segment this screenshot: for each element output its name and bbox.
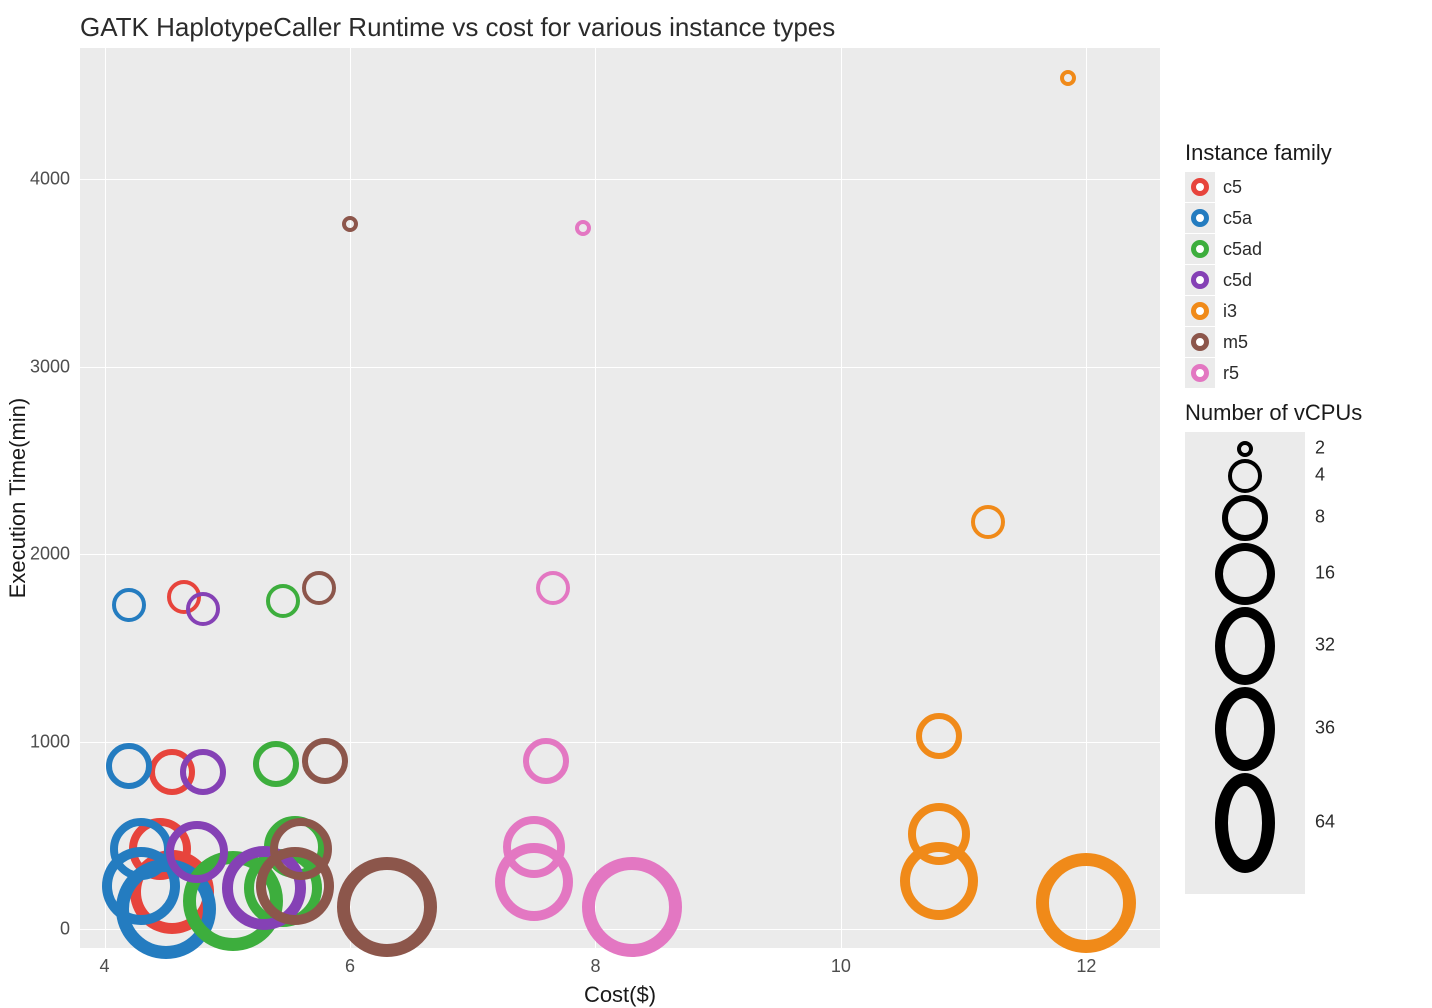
legend-size-label: 8 <box>1315 507 1325 528</box>
legend-size-label: 64 <box>1315 812 1335 833</box>
data-point-r5-64 <box>582 857 682 957</box>
x-axis-label: Cost($) <box>584 982 656 1008</box>
legend-size-label: 4 <box>1315 465 1325 486</box>
legend-vcpus: Number of vCPUs 2 4 8 16 32 36 64 <box>1185 400 1415 894</box>
legend-size-title: Number of vCPUs <box>1185 400 1415 426</box>
legend-swatch-icon <box>1191 302 1209 320</box>
legend-size-circle-icon <box>1215 773 1275 873</box>
legend-instance-family: Instance family c5 c5a c5ad c5d i3 m5 r5 <box>1185 140 1415 389</box>
gridline-v <box>841 48 842 948</box>
data-point-m5-8 <box>302 738 348 784</box>
legend-size-item-4 <box>1185 458 1305 494</box>
legend-size-label: 2 <box>1315 438 1325 459</box>
plot-area: Cost($) Execution Time(min) 468101201000… <box>80 48 1160 948</box>
data-point-c5ad-4 <box>266 584 300 618</box>
data-point-r5-2 <box>575 220 591 236</box>
legend-swatch-icon <box>1191 333 1209 351</box>
y-tick: 4000 <box>30 169 70 190</box>
data-point-m5-4 <box>302 571 336 605</box>
data-point-c5d-8 <box>180 749 226 795</box>
chart-container: GATK HaplotypeCaller Runtime vs cost for… <box>0 0 1432 1002</box>
gridline-h <box>80 554 1160 555</box>
legend-size-item-36 <box>1185 686 1305 772</box>
gridline-v <box>595 48 596 948</box>
y-tick: 1000 <box>30 731 70 752</box>
legend-size-circle-icon <box>1228 459 1262 493</box>
y-tick: 2000 <box>30 544 70 565</box>
legend-size-label: 16 <box>1315 563 1335 584</box>
legend-size-item-32 <box>1185 606 1305 686</box>
data-point-m5-2 <box>342 216 358 232</box>
data-point-i3-32 <box>900 842 978 920</box>
data-point-c5a-8 <box>106 743 152 789</box>
y-tick: 0 <box>60 919 70 940</box>
legend-color-item-i3: i3 <box>1185 296 1415 326</box>
data-point-i3-64 <box>1036 853 1136 953</box>
legend-color-item-m5: m5 <box>1185 327 1415 357</box>
gridline-v <box>1086 48 1087 948</box>
gridline-v <box>350 48 351 948</box>
legend-color-label: c5 <box>1223 177 1242 198</box>
x-tick: 4 <box>100 956 110 977</box>
legend-swatch-icon <box>1191 240 1209 258</box>
legend-color-item-c5: c5 <box>1185 172 1415 202</box>
legend-color-label: c5a <box>1223 208 1252 229</box>
data-point-m5-32 <box>256 847 334 925</box>
data-point-i3-4 <box>971 505 1005 539</box>
data-point-r5-4 <box>536 571 570 605</box>
legend-size-label: 36 <box>1315 718 1335 739</box>
legend-color-label: i3 <box>1223 301 1237 322</box>
data-point-i3-8 <box>916 713 962 759</box>
legend-swatch-icon <box>1191 178 1209 196</box>
x-tick: 12 <box>1076 956 1096 977</box>
legend-color-label: c5d <box>1223 270 1252 291</box>
gridline-h <box>80 179 1160 180</box>
legend-size-circle-icon <box>1215 687 1275 771</box>
gridline-h <box>80 367 1160 368</box>
legend-swatch-icon <box>1191 364 1209 382</box>
legend-color-label: c5ad <box>1223 239 1262 260</box>
legend-size-circle-icon <box>1222 495 1268 541</box>
legend-swatch-icon <box>1191 209 1209 227</box>
legend-color-item-c5d: c5d <box>1185 265 1415 295</box>
legend-color-item-c5a: c5a <box>1185 203 1415 233</box>
data-point-i3-2 <box>1060 70 1076 86</box>
gridline-v <box>105 48 106 948</box>
legend-color-title: Instance family <box>1185 140 1415 166</box>
x-tick: 6 <box>345 956 355 977</box>
legend-size-circle-icon <box>1237 441 1253 457</box>
legend-size-item-8 <box>1185 494 1305 542</box>
legend-size-item-64 <box>1185 772 1305 874</box>
legend-color-item-r5: r5 <box>1185 358 1415 388</box>
legend-size-circle-icon <box>1215 543 1275 605</box>
legend-color-label: m5 <box>1223 332 1248 353</box>
legend-size-label: 32 <box>1315 635 1335 656</box>
legend-color-label: r5 <box>1223 363 1239 384</box>
legend-size-circle-icon <box>1215 607 1275 685</box>
y-tick: 3000 <box>30 356 70 377</box>
x-tick: 10 <box>831 956 851 977</box>
legend-size-item-16 <box>1185 542 1305 606</box>
gridline-h <box>80 742 1160 743</box>
data-point-m5-64 <box>337 857 437 957</box>
chart-title: GATK HaplotypeCaller Runtime vs cost for… <box>80 12 835 43</box>
legend-size-item-2 <box>1185 440 1305 458</box>
data-point-c5a-4 <box>112 588 146 622</box>
y-axis-label: Execution Time(min) <box>5 398 31 599</box>
legend-color-item-c5ad: c5ad <box>1185 234 1415 264</box>
data-point-c5ad-8 <box>253 741 299 787</box>
data-point-r5-8 <box>523 738 569 784</box>
x-tick: 8 <box>590 956 600 977</box>
data-point-c5d-4 <box>186 592 220 626</box>
data-point-c5d-16 <box>166 821 228 883</box>
data-point-r5-32 <box>495 843 573 921</box>
legend-swatch-icon <box>1191 271 1209 289</box>
